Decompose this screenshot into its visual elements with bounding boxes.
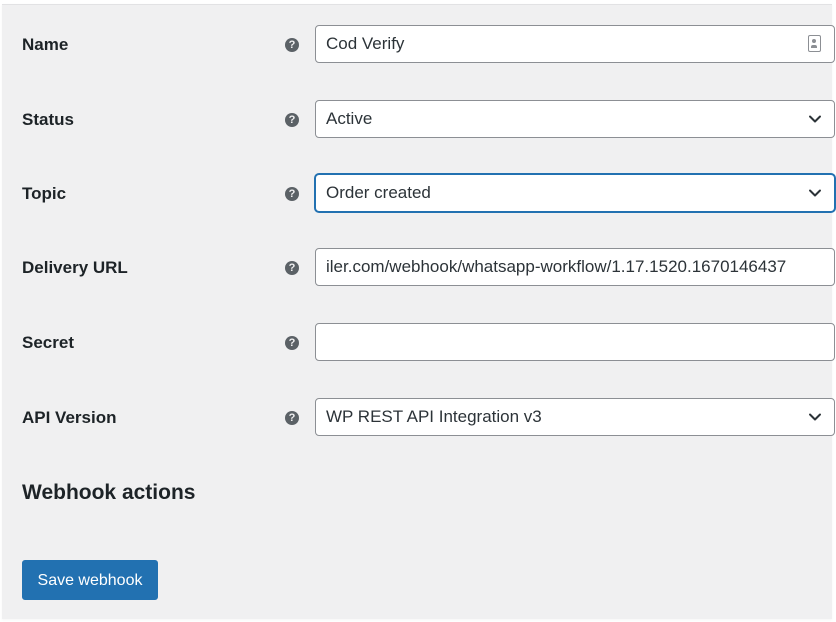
contact-card-icon[interactable] — [808, 35, 821, 52]
webhook-form-panel: Name ? Cod Verify Status ? Active Topic … — [2, 4, 835, 619]
api-version-label: API Version — [22, 408, 117, 427]
delivery-url-help-icon[interactable]: ? — [285, 261, 299, 275]
delivery-url-input-value: iler.com/webhook/whatsapp-workflow/1.17.… — [326, 257, 787, 276]
name-input-value: Cod Verify — [326, 34, 405, 53]
name-row: Name ? Cod Verify — [2, 25, 835, 65]
topic-select-value: Order created — [326, 183, 431, 202]
name-help-icon[interactable]: ? — [285, 38, 299, 52]
delivery-url-label: Delivery URL — [22, 258, 128, 277]
secret-help-icon[interactable]: ? — [285, 336, 299, 350]
delivery-url-row: Delivery URL ? iler.com/webhook/whatsapp… — [2, 248, 835, 288]
topic-label: Topic — [22, 184, 67, 203]
webhook-actions-heading: Webhook actions — [22, 481, 196, 504]
api-version-help-icon[interactable]: ? — [285, 411, 299, 425]
secret-row: Secret ? — [2, 323, 835, 363]
chevron-down-icon — [809, 189, 821, 197]
name-input[interactable]: Cod Verify — [315, 25, 835, 63]
chevron-down-icon — [809, 413, 821, 421]
status-label: Status — [22, 110, 74, 129]
secret-label: Secret — [22, 333, 74, 352]
topic-select[interactable]: Order created — [315, 174, 835, 212]
secret-input[interactable] — [315, 323, 835, 361]
topic-help-icon[interactable]: ? — [285, 187, 299, 201]
status-help-icon[interactable]: ? — [285, 113, 299, 127]
api-version-select-value: WP REST API Integration v3 — [326, 407, 542, 426]
status-select[interactable]: Active — [315, 100, 835, 138]
status-select-value: Active — [326, 109, 373, 128]
status-row: Status ? Active — [2, 100, 835, 140]
name-label: Name — [22, 35, 69, 54]
chevron-down-icon — [809, 115, 821, 123]
topic-row: Topic ? Order created — [2, 174, 835, 214]
api-version-select[interactable]: WP REST API Integration v3 — [315, 398, 835, 436]
api-version-row: API Version ? WP REST API Integration v3 — [2, 398, 835, 438]
save-webhook-button[interactable]: Save webhook — [22, 560, 158, 600]
delivery-url-input[interactable]: iler.com/webhook/whatsapp-workflow/1.17.… — [315, 248, 835, 286]
